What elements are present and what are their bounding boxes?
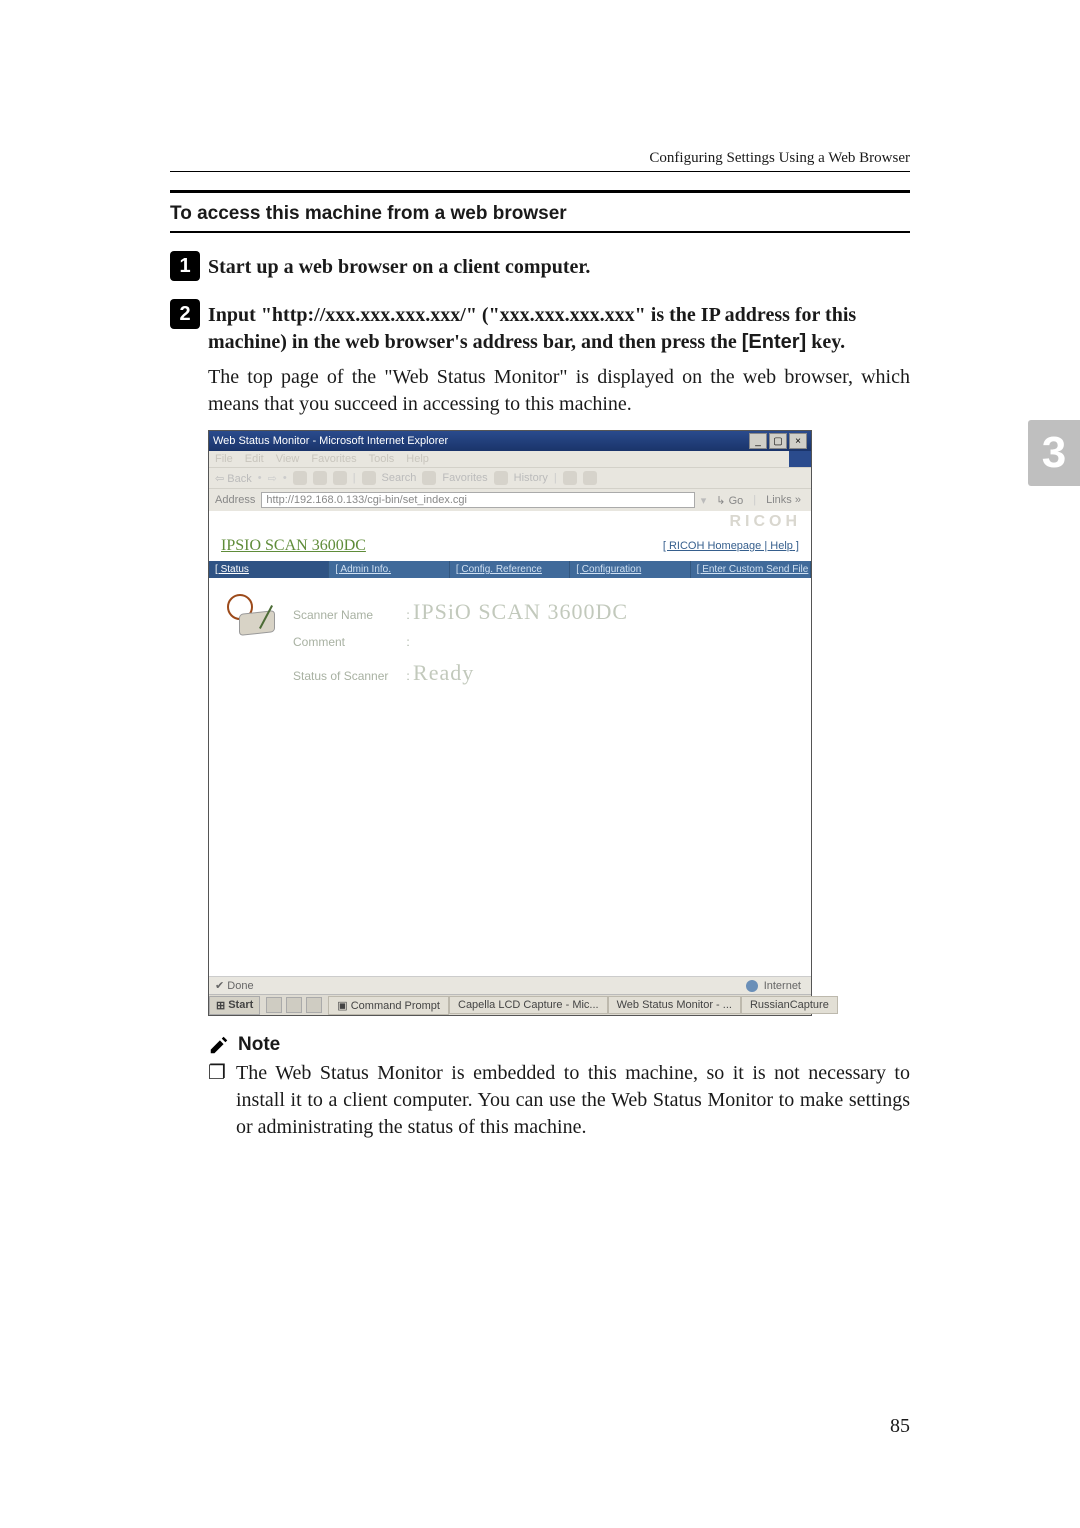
task-item-wsm[interactable]: Web Status Monitor - ... xyxy=(608,996,741,1014)
top-links[interactable]: [ RICOH Homepage | Help ] xyxy=(663,540,799,552)
step-body: Start up a web browser on a client compu… xyxy=(208,251,910,281)
tab-admin-info[interactable]: [ Admin Info. xyxy=(329,561,449,578)
page-content: Configuring Settings Using a Web Browser… xyxy=(170,150,910,1141)
ql-icon[interactable] xyxy=(266,997,282,1013)
address-bar: Address http://192.168.0.133/cgi-bin/set… xyxy=(209,489,811,511)
favorites-icon[interactable] xyxy=(422,471,436,485)
status-right: Internet xyxy=(764,980,801,992)
page-number: 85 xyxy=(890,1415,910,1438)
tab-status[interactable]: [ Status xyxy=(209,561,329,578)
back-button[interactable]: ⇦ Back xyxy=(215,472,252,485)
refresh-icon[interactable] xyxy=(313,471,327,485)
window-titlebar: Web Status Monitor - Microsoft Internet … xyxy=(209,431,811,451)
search-label[interactable]: Search xyxy=(382,472,417,484)
model-name[interactable]: IPSIO SCAN 3600DC xyxy=(221,537,366,555)
home-icon[interactable] xyxy=(333,471,347,485)
note-item: ❐ The Web Status Monitor is embedded to … xyxy=(208,1060,910,1141)
chapter-tab: 3 xyxy=(1028,420,1080,486)
tab-strip: [ Status [ Admin Info. [ Config. Referen… xyxy=(209,561,811,578)
status-left: ✔ Done xyxy=(215,980,254,992)
browser-window: Web Status Monitor - Microsoft Internet … xyxy=(208,430,812,1016)
minimize-button[interactable]: _ xyxy=(749,433,767,449)
scanner-icon xyxy=(227,592,275,636)
history-label[interactable]: History xyxy=(514,472,548,484)
history-icon[interactable] xyxy=(494,471,508,485)
step2-paragraph: The top page of the "Web Status Monitor"… xyxy=(208,364,910,418)
running-header: Configuring Settings Using a Web Browser xyxy=(170,150,910,172)
internet-zone-icon xyxy=(746,980,758,992)
kv-label: Status of Scanner xyxy=(293,666,403,688)
close-button[interactable]: × xyxy=(789,433,807,449)
links-button[interactable]: Links » xyxy=(762,494,805,506)
kv-label: Scanner Name xyxy=(293,605,403,627)
enter-key-label: [Enter] xyxy=(742,331,806,353)
print-icon[interactable] xyxy=(583,471,597,485)
scanner-info: Scanner Name : IPSiO SCAN 3600DC Comment… xyxy=(293,592,628,693)
kv-label: Comment xyxy=(293,632,403,654)
step-row: 2 Input "http://xxx.xxx.xxx.xxx/" ("xxx.… xyxy=(170,299,910,356)
menu-bar: File Edit View Favorites Tools Help xyxy=(209,451,811,467)
menu-favorites[interactable]: Favorites xyxy=(311,453,356,465)
comment-value: : xyxy=(406,635,409,649)
brand-bar: RICOH xyxy=(209,511,811,533)
section-heading: To access this machine from a web browse… xyxy=(170,190,910,233)
go-button[interactable]: ↳ Go xyxy=(712,494,747,507)
ql-icon[interactable] xyxy=(306,997,322,1013)
address-input[interactable]: http://192.168.0.133/cgi-bin/set_index.c… xyxy=(261,492,694,508)
maximize-button[interactable]: ▢ xyxy=(769,433,787,449)
toolbar: ⇦ Back • ⇨ • | Search Favorites History … xyxy=(209,467,811,489)
status-bar: ✔ Done Internet xyxy=(209,976,811,994)
window-title: Web Status Monitor - Microsoft Internet … xyxy=(213,435,448,447)
ql-icon[interactable] xyxy=(286,997,302,1013)
note-text: The Web Status Monitor is embedded to th… xyxy=(236,1060,910,1141)
menu-edit[interactable]: Edit xyxy=(245,453,264,465)
pencil-icon xyxy=(208,1034,230,1056)
favorites-label[interactable]: Favorites xyxy=(442,472,487,484)
tab-config-reference[interactable]: [ Config. Reference xyxy=(450,561,570,578)
note-bullet: ❐ xyxy=(208,1060,226,1141)
note-heading: Note xyxy=(208,1034,910,1056)
window-buttons: _ ▢ × xyxy=(749,433,807,449)
step-body: Input "http://xxx.xxx.xxx.xxx/" ("xxx.xx… xyxy=(208,299,910,356)
step2-text-b: key. xyxy=(806,331,845,353)
note-label: Note xyxy=(238,1034,280,1056)
quick-launch xyxy=(260,995,328,1015)
note-block: Note ❐ The Web Status Monitor is embedde… xyxy=(208,1034,910,1141)
address-label: Address xyxy=(215,494,255,506)
task-item-russiancapture[interactable]: RussianCapture xyxy=(741,996,838,1014)
scanner-status-value: Ready xyxy=(413,660,474,685)
tab-custom-send-file[interactable]: [ Enter Custom Send File xyxy=(691,561,811,578)
task-item-capella[interactable]: Capella LCD Capture - Mic... xyxy=(449,996,608,1014)
start-button[interactable]: ⊞ Start xyxy=(209,996,260,1015)
menu-tools[interactable]: Tools xyxy=(369,453,395,465)
forward-button[interactable]: ⇨ xyxy=(268,472,277,485)
menu-view[interactable]: View xyxy=(276,453,300,465)
content-area: Scanner Name : IPSiO SCAN 3600DC Comment… xyxy=(209,578,811,976)
menu-help[interactable]: Help xyxy=(406,453,429,465)
tab-configuration[interactable]: [ Configuration xyxy=(570,561,690,578)
stop-icon[interactable] xyxy=(293,471,307,485)
mail-icon[interactable] xyxy=(563,471,577,485)
model-row: IPSIO SCAN 3600DC [ RICOH Homepage | Hel… xyxy=(209,533,811,561)
step-number-badge: 2 xyxy=(170,299,200,329)
step-number-badge: 1 xyxy=(170,251,200,281)
search-icon[interactable] xyxy=(362,471,376,485)
step-row: 1 Start up a web browser on a client com… xyxy=(170,251,910,281)
taskbar: ⊞ Start ▣ Command Prompt Capella LCD Cap… xyxy=(209,994,811,1015)
step1-text: Start up a web browser on a client compu… xyxy=(208,256,590,278)
brand-logo: RICOH xyxy=(729,513,801,531)
menu-file[interactable]: File xyxy=(215,453,233,465)
scanner-name-value: IPSiO SCAN 3600DC xyxy=(413,599,628,624)
task-item-cmd[interactable]: ▣ Command Prompt xyxy=(328,996,449,1015)
